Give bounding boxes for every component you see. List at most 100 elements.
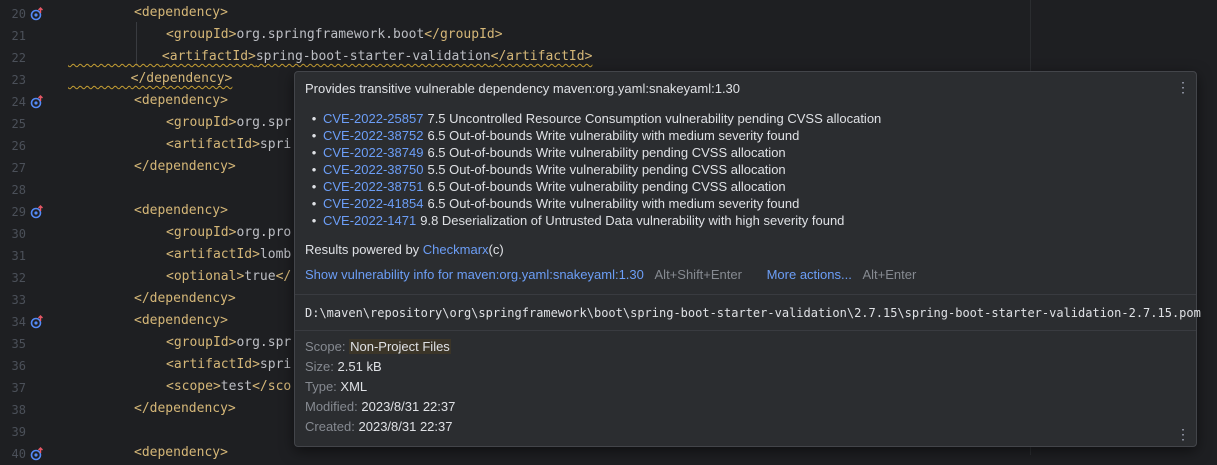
created-row: Created: 2023/8/31 22:37: [305, 419, 453, 434]
size-row: Size: 2.51 kB: [305, 359, 382, 374]
code-text: <artifactId>spri: [166, 357, 292, 372]
line-number: 21: [11, 29, 26, 43]
cve-item: • CVE-2022-38750 5.5 Out-of-bounds Write v…: [305, 161, 881, 178]
line-number: 27: [11, 161, 26, 175]
divider: [295, 330, 1196, 331]
cve-description: 6.5 Out-of-bounds Write vulnerability wi…: [427, 128, 800, 143]
cve-description: 7.5 Uncontrolled Resource Consumption vu…: [427, 111, 882, 126]
code-text: <artifactId>lomb: [166, 247, 292, 262]
more-actions-link[interactable]: More actions...: [767, 267, 852, 282]
scope-value: Non-Project Files: [349, 339, 451, 354]
code-text: <artifactId>spri: [166, 137, 292, 152]
line-number: 33: [11, 293, 26, 307]
popup-actions: Show vulnerability info for maven:org.ya…: [305, 267, 916, 282]
editor-gutter: 20 21 22 23 24 25 26 27 28 29 30 31 32 33 34 35 36 37 38 39…: [0, 0, 68, 461]
show-info-shortcut: Alt+Shift+Enter: [654, 267, 742, 282]
cve-description: 5.5 Out-of-bounds Write vulnerability pe…: [427, 162, 786, 177]
bullet: •: [311, 111, 317, 126]
line-number: 29: [11, 205, 26, 219]
cve-link[interactable]: CVE-2022-38751: [323, 179, 423, 194]
cve-link[interactable]: CVE-2022-38750: [323, 162, 423, 177]
cve-item: • CVE-2022-1471 9.8 Deserialization of Unt…: [305, 212, 881, 229]
code-text: </dependency>: [134, 159, 236, 174]
line-number: 40: [11, 447, 26, 461]
type-value: XML: [340, 379, 368, 394]
checkmarx-link[interactable]: Checkmarx: [423, 242, 489, 257]
line-number: 37: [11, 381, 26, 395]
cve-item: • CVE-2022-38752 6.5 Out-of-bounds Write v…: [305, 127, 881, 144]
cve-link[interactable]: CVE-2022-38752: [323, 128, 423, 143]
code-text: </dependency>: [134, 401, 236, 416]
divider: [295, 294, 1196, 295]
dependency-update-icon[interactable]: [30, 446, 44, 461]
dependency-update-icon[interactable]: [30, 314, 44, 329]
line-number: 35: [11, 337, 26, 351]
file-info: Scope: Non-Project Files Size: 2.51 kB T…: [305, 337, 455, 437]
cve-description: 6.5 Out-of-bounds Write vulnerability wi…: [427, 196, 800, 211]
line-number: 24: [11, 95, 26, 109]
cve-item: • CVE-2022-38751 6.5 Out-of-bounds Write v…: [305, 178, 881, 195]
code-text: <artifactId>spring-boot-starter-validati…: [161, 49, 593, 64]
code-text: </dependency>: [130, 71, 233, 86]
code-text: <dependency>: [134, 445, 228, 460]
line-number: 23: [11, 73, 26, 87]
line-number: 34: [11, 315, 26, 329]
cve-link[interactable]: CVE-2022-38749: [323, 145, 423, 160]
dependency-update-icon[interactable]: [30, 204, 44, 219]
vulnerability-popup: Provides transitive vulnerable dependenc…: [294, 71, 1201, 447]
line-number: 36: [11, 359, 26, 373]
more-options-icon[interactable]: ⋮: [1175, 426, 1191, 442]
bullet: •: [311, 213, 317, 228]
line-number: 28: [11, 183, 26, 197]
line-number: 26: [11, 139, 26, 153]
powered-by-text: Results powered by Checkmarx(c): [305, 242, 504, 257]
cve-item: • CVE-2022-38749 6.5 Out-of-bounds Write v…: [305, 144, 881, 161]
bullet: •: [311, 128, 317, 143]
code-text: <optional>true</: [166, 269, 292, 284]
line-number: 31: [11, 249, 26, 263]
bullet: •: [311, 145, 317, 160]
code-text: <groupId>org.spr: [166, 115, 292, 130]
line-number: 25: [11, 117, 26, 131]
size-value: 2.51 kB: [337, 359, 382, 374]
cve-description: 9.8 Deserialization of Untrusted Data vu…: [420, 213, 845, 228]
cve-item: • CVE-2022-25857 7.5 Uncontrolled Resource…: [305, 110, 882, 127]
code-text: <dependency>: [134, 313, 228, 328]
file-path: D:\maven\repository\org\springframework\…: [305, 306, 1201, 320]
more-options-icon[interactable]: ⋮: [1175, 79, 1191, 95]
code-text: <groupId>org.pro: [166, 225, 292, 240]
line-number: 39: [11, 425, 26, 439]
popup-header: Provides transitive vulnerable dependenc…: [305, 81, 741, 96]
show-vulnerability-info-link[interactable]: Show vulnerability info for maven:org.ya…: [305, 267, 644, 282]
code-text: <dependency>: [134, 203, 228, 218]
modified-row: Modified: 2023/8/31 22:37: [305, 399, 456, 414]
line-number: 32: [11, 271, 26, 285]
more-actions-shortcut: Alt+Enter: [862, 267, 917, 282]
bullet: •: [311, 196, 317, 211]
created-value: 2023/8/31 22:37: [358, 419, 453, 434]
line-number: 30: [11, 227, 26, 241]
cve-link[interactable]: CVE-2022-25857: [323, 111, 423, 126]
cve-list: • CVE-2022-25857 7.5 Uncontrolled Resource…: [305, 110, 882, 229]
line-number: 20: [11, 7, 26, 21]
dependency-update-icon[interactable]: [30, 6, 44, 21]
line-number: 38: [11, 403, 26, 417]
cve-link[interactable]: CVE-2022-1471: [323, 213, 416, 228]
modified-value: 2023/8/31 22:37: [361, 399, 456, 414]
code-text: <dependency>: [134, 93, 228, 108]
cve-description: 6.5 Out-of-bounds Write vulnerability pe…: [427, 145, 786, 160]
code-text: <groupId>org.spr: [166, 335, 292, 350]
code-text: <dependency>: [134, 5, 228, 20]
scope-row: Scope: Non-Project Files: [305, 339, 451, 354]
type-row: Type: XML: [305, 379, 368, 394]
dependency-update-icon[interactable]: [30, 94, 44, 109]
code-text: <groupId>org.springframework.boot</group…: [166, 27, 503, 42]
bullet: •: [311, 179, 317, 194]
cve-description: 6.5 Out-of-bounds Write vulnerability pe…: [427, 179, 786, 194]
code-text: </dependency>: [134, 291, 236, 306]
code-text: <scope>test</sco: [166, 379, 292, 394]
cve-item: • CVE-2022-41854 6.5 Out-of-bounds Write v…: [305, 195, 881, 212]
cve-link[interactable]: CVE-2022-41854: [323, 196, 423, 211]
bullet: •: [311, 162, 317, 177]
line-number: 22: [11, 51, 26, 65]
